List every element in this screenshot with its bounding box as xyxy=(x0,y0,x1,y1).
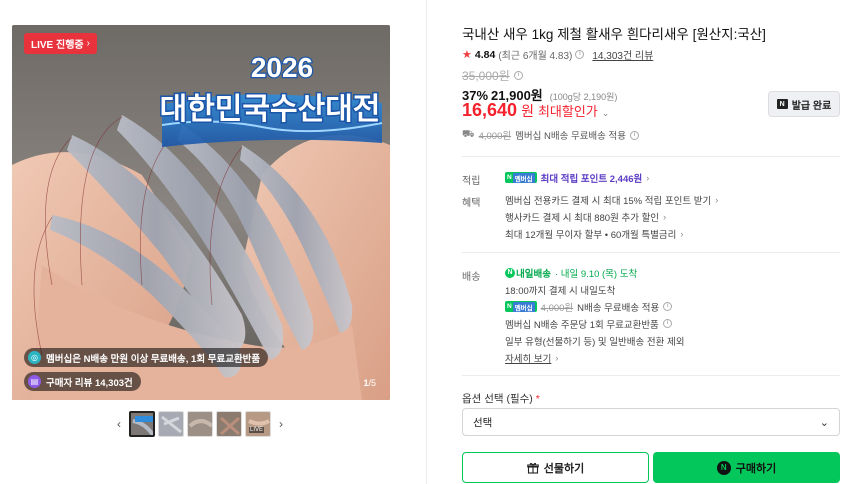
benefit-line-1[interactable]: 멤버십 전용카드 결제 시 최대 15% 적립 포인트 받기 › xyxy=(505,191,718,208)
truck-icon: ⛟ xyxy=(462,128,475,140)
points-body: N 멤버십 최대 적립 포인트 2,446원 › xyxy=(505,169,649,186)
naver-pay-icon: N xyxy=(716,460,731,475)
info-icon[interactable]: i xyxy=(662,319,672,328)
review-promo-text: 구매자 리뷰 14,303건 xyxy=(46,377,133,389)
rating-score: 4.84 xyxy=(474,48,496,61)
points-text: 최대 적립 포인트 2,446원 xyxy=(540,173,643,185)
image-counter-total: /5 xyxy=(368,378,376,388)
buy-button-label: 구매하기 xyxy=(735,462,777,475)
delivery-body: N 내일배송 · 내일 9.10 (목) 도착 18:00까지 결제 시 내일도착… xyxy=(505,264,684,366)
divider xyxy=(462,156,840,157)
delivery-label: 배송 xyxy=(462,272,481,283)
delivery-old-fee: 4,000원 xyxy=(540,302,574,314)
divider xyxy=(462,252,840,253)
star-icon: ★ xyxy=(462,49,472,61)
delivery-cutoff: 18:00까지 결제 시 내일도착 xyxy=(505,285,616,297)
required-mark: * xyxy=(535,393,540,405)
tomorrow-delivery-logo: N 내일배송 xyxy=(505,266,551,280)
benefit-line-3[interactable]: 최대 12개월 무이자 할부 • 60개월 특별금리 › xyxy=(505,225,718,242)
thumb-live-label: LIVE xyxy=(249,427,265,433)
delivery-free-text: N배송 무료배송 적용 xyxy=(577,302,660,314)
shipping-row: ⛟ 4,000원 멤버십 N배송 무료배송 적용 i xyxy=(462,128,640,142)
points-line[interactable]: N 멤버십 최대 적립 포인트 2,446원 › xyxy=(505,169,649,186)
chevron-right-icon: › xyxy=(646,172,650,183)
option-select-value: 선택 xyxy=(473,416,493,429)
original-price: 35,000원 xyxy=(462,69,510,83)
product-title: 국내산 새우 1kg 제철 활새우 흰다리새우 [원산지:국산] xyxy=(462,27,766,42)
rating-recent: (최근 6개월 4.83) xyxy=(498,51,573,62)
thumbnail-4[interactable] xyxy=(216,411,242,437)
delivery-more-link[interactable]: 자세히 보기 › xyxy=(505,349,684,366)
thumbnail-3[interactable] xyxy=(187,411,213,437)
chevron-down-icon: ⌄ xyxy=(819,416,829,429)
shipping-old-price: 4,000원 xyxy=(478,131,512,142)
shipping-info-icon[interactable]: i xyxy=(630,130,640,140)
thumbnail-strip: ‹ LIVE › xyxy=(112,411,288,437)
benefits-label: 혜택 xyxy=(462,198,481,209)
image-counter: 1/5 xyxy=(363,378,376,388)
chevron-down-icon: ⌄ xyxy=(601,108,610,118)
thumbnail-2[interactable] xyxy=(158,411,184,437)
coupon-icon: N xyxy=(776,99,788,109)
review-icon: ▤ xyxy=(28,375,41,388)
rating-row: ★ 4.84 (최근 6개월 4.83) i 14,303건 리뷰 xyxy=(462,47,653,63)
shipping-text: 멤버십 N배송 무료배송 적용 xyxy=(515,131,627,142)
thumbnail-1[interactable] xyxy=(129,411,155,437)
gift-icon xyxy=(527,462,539,474)
price-info-icon[interactable]: i xyxy=(513,71,523,80)
info-icon[interactable]: i xyxy=(663,302,673,311)
points-label: 적립 xyxy=(462,176,481,187)
final-price-row[interactable]: 16,640 원 최대할인가 ⌄ xyxy=(462,100,609,121)
benefit-line-2[interactable]: 행사카드 결제 시 최대 880원 추가 할인 › xyxy=(505,208,718,225)
review-promo-pill[interactable]: ▤ 구매자 리뷰 14,303건 xyxy=(24,372,141,391)
divider xyxy=(462,375,840,376)
review-count-link[interactable]: 14,303건 리뷰 xyxy=(592,47,653,62)
chevron-right-icon: › xyxy=(86,38,90,49)
original-price-row: 35,000원 i xyxy=(462,67,523,84)
final-price-unit: 원 xyxy=(521,103,534,119)
live-badge[interactable]: LIVE 진행중 › xyxy=(24,33,97,54)
coupon-button-label: 발급 완료 xyxy=(791,100,832,112)
option-select[interactable]: 선택 ⌄ xyxy=(462,408,840,436)
info-icon[interactable]: i xyxy=(575,50,585,59)
column-divider xyxy=(426,0,427,484)
option-label: 옵션 선택 (필수) * xyxy=(462,393,540,405)
final-price-label: 최대할인가 xyxy=(537,104,598,119)
membership-promo-text: 멤버십은 N배송 만원 이상 무료배송, 1회 무료교환반품 xyxy=(46,353,261,365)
live-badge-label: LIVE 진행중 xyxy=(31,40,84,51)
gift-button-label: 선물하기 xyxy=(543,462,585,475)
next-thumb-arrow[interactable]: › xyxy=(274,417,288,431)
shrimp-photo: 2026 대한민국수산대전 xyxy=(12,25,390,400)
product-main-image[interactable]: 2026 대한민국수산대전 LIVE 진행중 › ◎ 멤버십은 N배송 만원 이… xyxy=(12,25,390,400)
delivery-exclusion: 일부 유형(선물하기 등) 및 일반배송 전환 제외 xyxy=(505,336,685,348)
chevron-right-icon: › xyxy=(555,352,559,363)
membership-icon: ◎ xyxy=(28,351,41,364)
chevron-right-icon: › xyxy=(715,194,719,205)
chevron-right-icon: › xyxy=(663,211,667,222)
coupon-issued-button[interactable]: N 발급 완료 xyxy=(768,91,840,117)
npay-membership-badge: N 멤버십 xyxy=(505,172,537,183)
delivery-service-line: N 내일배송 · 내일 9.10 (목) 도착 xyxy=(505,264,684,281)
benefits-body: 멤버십 전용카드 결제 시 최대 15% 적립 포인트 받기 › 행사카드 결제 … xyxy=(505,191,718,242)
thumbnail-5-live[interactable]: LIVE xyxy=(245,411,271,437)
delivery-arrival: · 내일 9.10 (목) 도착 xyxy=(554,268,638,280)
product-gallery: 2026 대한민국수산대전 LIVE 진행중 › ◎ 멤버십은 N배송 만원 이… xyxy=(0,0,426,484)
npay-membership-badge: N 멤버십 xyxy=(505,301,537,312)
chevron-right-icon: › xyxy=(680,228,684,239)
prev-thumb-arrow[interactable]: ‹ xyxy=(112,417,126,431)
delivery-free-shipping: N 멤버십 4,000원 N배송 무료배송 적용 i xyxy=(505,298,684,315)
final-price: 16,640 xyxy=(462,100,518,120)
banner-title: 대한민국수산대전 xyxy=(160,92,381,127)
delivery-exchange: 멤버십 N배송 주문당 1회 무료교환반품 i xyxy=(505,315,684,332)
gift-button[interactable]: 선물하기 xyxy=(462,452,649,483)
buy-button[interactable]: N 구매하기 xyxy=(653,452,840,483)
banner-year: 2026 xyxy=(251,52,313,83)
membership-promo-pill[interactable]: ◎ 멤버십은 N배송 만원 이상 무료배송, 1회 무료교환반품 xyxy=(24,348,269,367)
